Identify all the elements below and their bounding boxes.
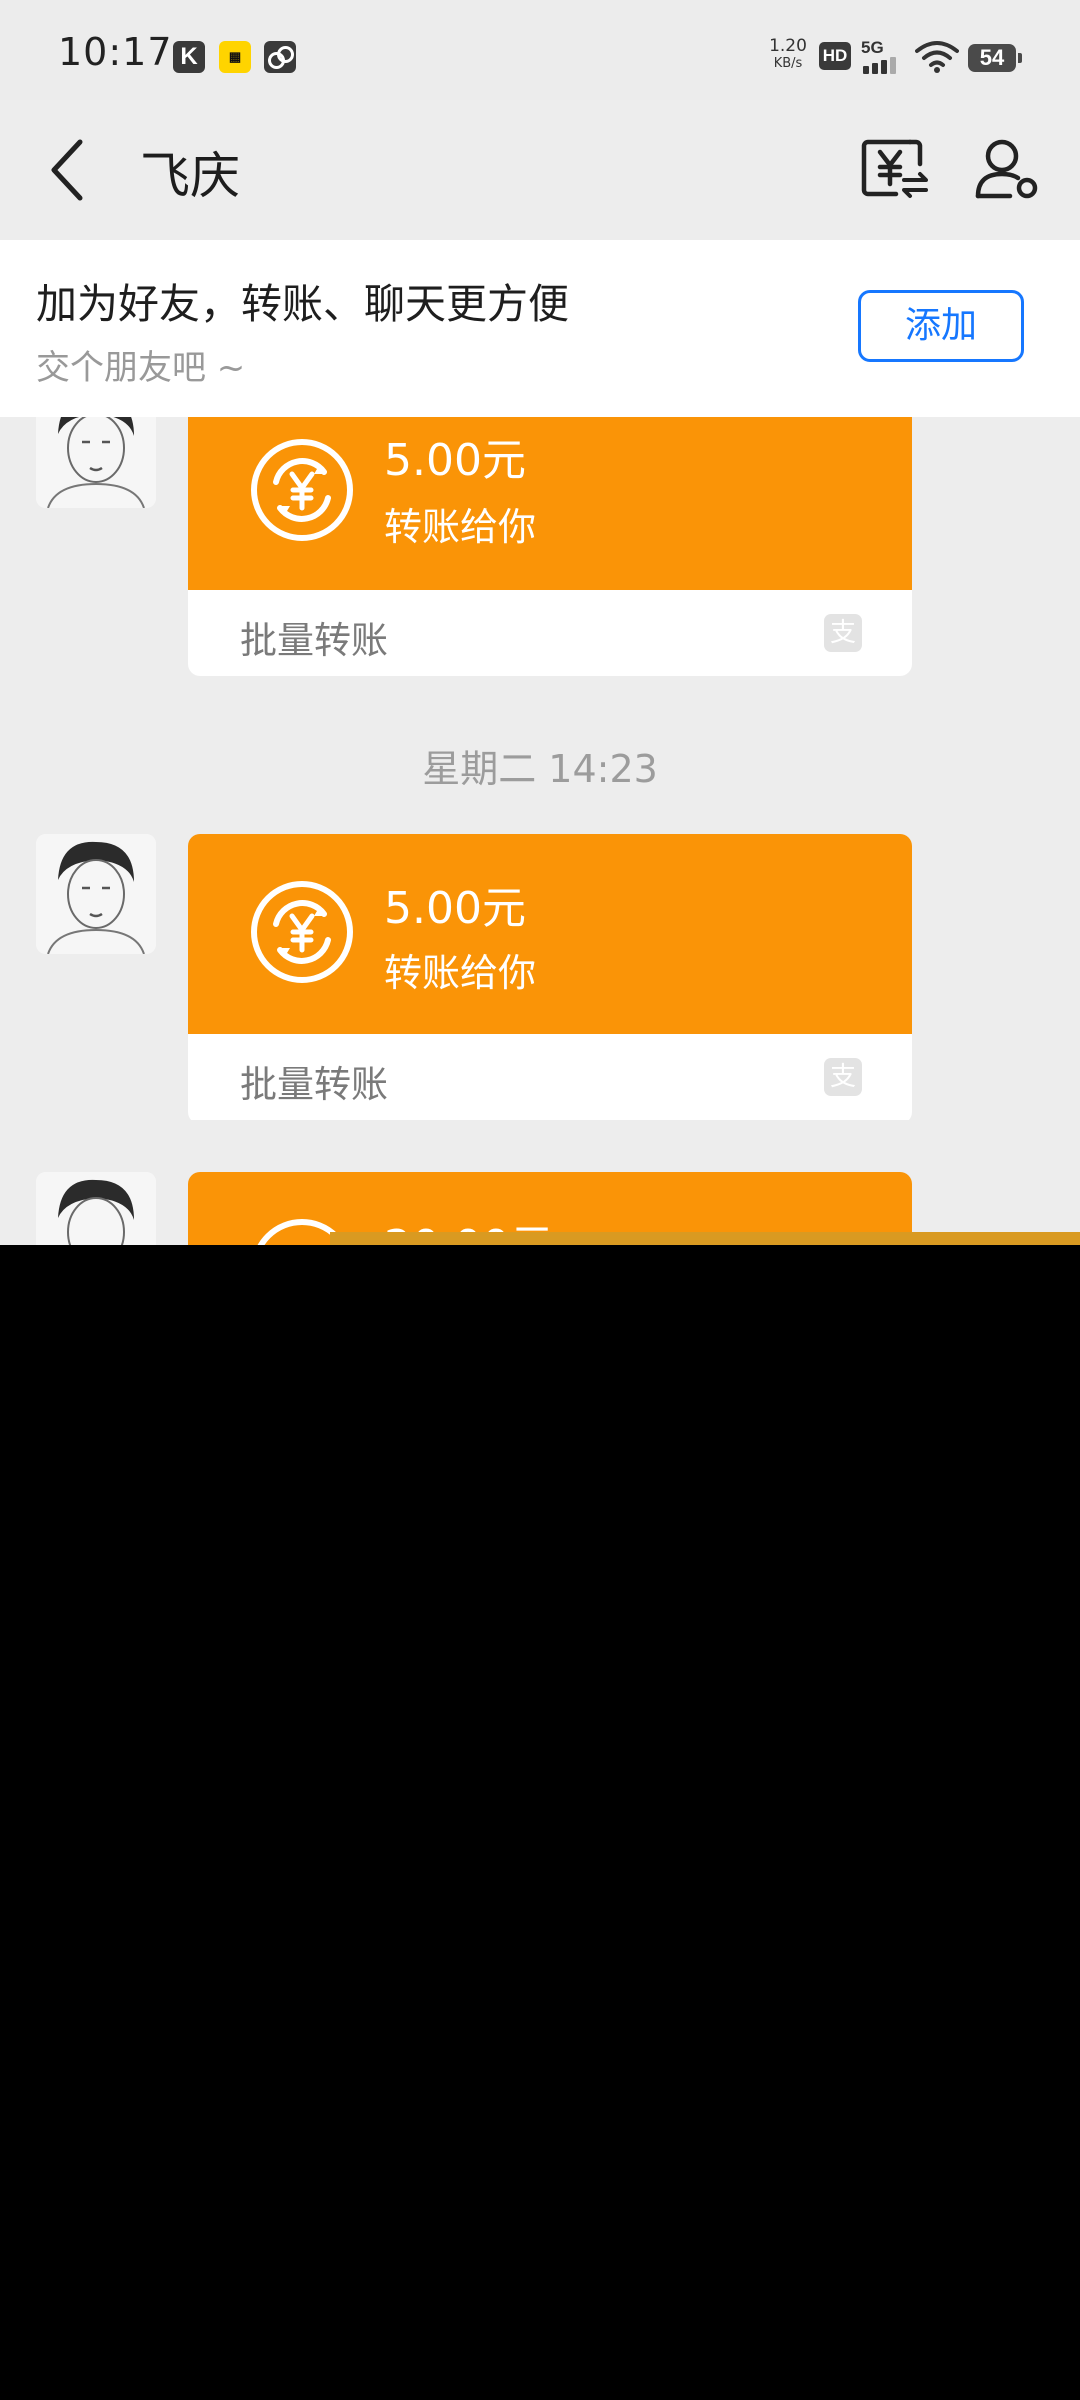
avatar[interactable] — [36, 1172, 156, 1245]
transfer-note: 转账给你 — [384, 951, 537, 995]
add-friend-button[interactable]: 添加 — [858, 290, 1024, 362]
yuan-transfer-icon — [251, 881, 353, 983]
transfer-note: 转账给你 — [384, 505, 537, 549]
alipay-icon: 支 — [824, 614, 862, 652]
net-speed: 1.20 KB/s — [766, 38, 810, 72]
k-app-icon: K — [173, 41, 205, 73]
wifi-icon — [915, 41, 959, 73]
avatar[interactable] — [36, 834, 156, 954]
yuan-transfer-icon — [251, 439, 353, 541]
page-title: 飞庆 — [140, 147, 240, 205]
transfer-card[interactable]: 5.00元 转账给你 批量转账 支 — [188, 834, 912, 1124]
cloud-app-icon — [264, 41, 296, 73]
status-bar: 10:17 K ▦ 1.20 KB/s HD 5G 54 — [0, 0, 1080, 100]
blank-region — [0, 1245, 1080, 2400]
network-type-label: 5G — [861, 38, 884, 57]
transfer-yuan-icon[interactable] — [858, 128, 934, 208]
banner-subline: 交个朋友吧 ~ — [36, 348, 246, 388]
portrait-sketch — [36, 1172, 156, 1245]
chat-screen: 10:17 K ▦ 1.20 KB/s HD 5G 54 飞庆 加为好友，转账、… — [0, 0, 1080, 1245]
transfer-amount: 5.00元 — [384, 883, 526, 934]
transfer-amount: 5.00元 — [384, 435, 526, 486]
net-speed-unit: KB/s — [773, 56, 803, 71]
portrait-sketch — [36, 834, 156, 954]
banner-headline: 加为好友，转账、聊天更方便 — [36, 280, 569, 328]
top-nav-bar: 飞庆 — [0, 100, 1080, 240]
battery-icon: 54 — [968, 44, 1022, 72]
message-timestamp: 星期二 14:23 — [422, 747, 658, 791]
overlay-strip — [330, 1232, 1080, 1245]
alipay-icon: 支 — [824, 1058, 862, 1096]
transfer-source-label: 批量转账 — [240, 619, 388, 662]
transfer-source-label: 批量转账 — [240, 1063, 388, 1106]
user-settings-icon[interactable] — [970, 128, 1046, 208]
hd-icon: HD — [819, 42, 851, 70]
clock: 10:17 — [58, 30, 173, 74]
add-friend-banner: 加为好友，转账、聊天更方便 交个朋友吧 ~ 添加 — [0, 240, 1080, 417]
net-speed-value: 1.20 — [769, 36, 807, 56]
signal-icon: 5G — [859, 38, 903, 74]
chevron-left-icon[interactable] — [40, 130, 100, 210]
coupon-app-icon: ▦ — [219, 41, 251, 73]
